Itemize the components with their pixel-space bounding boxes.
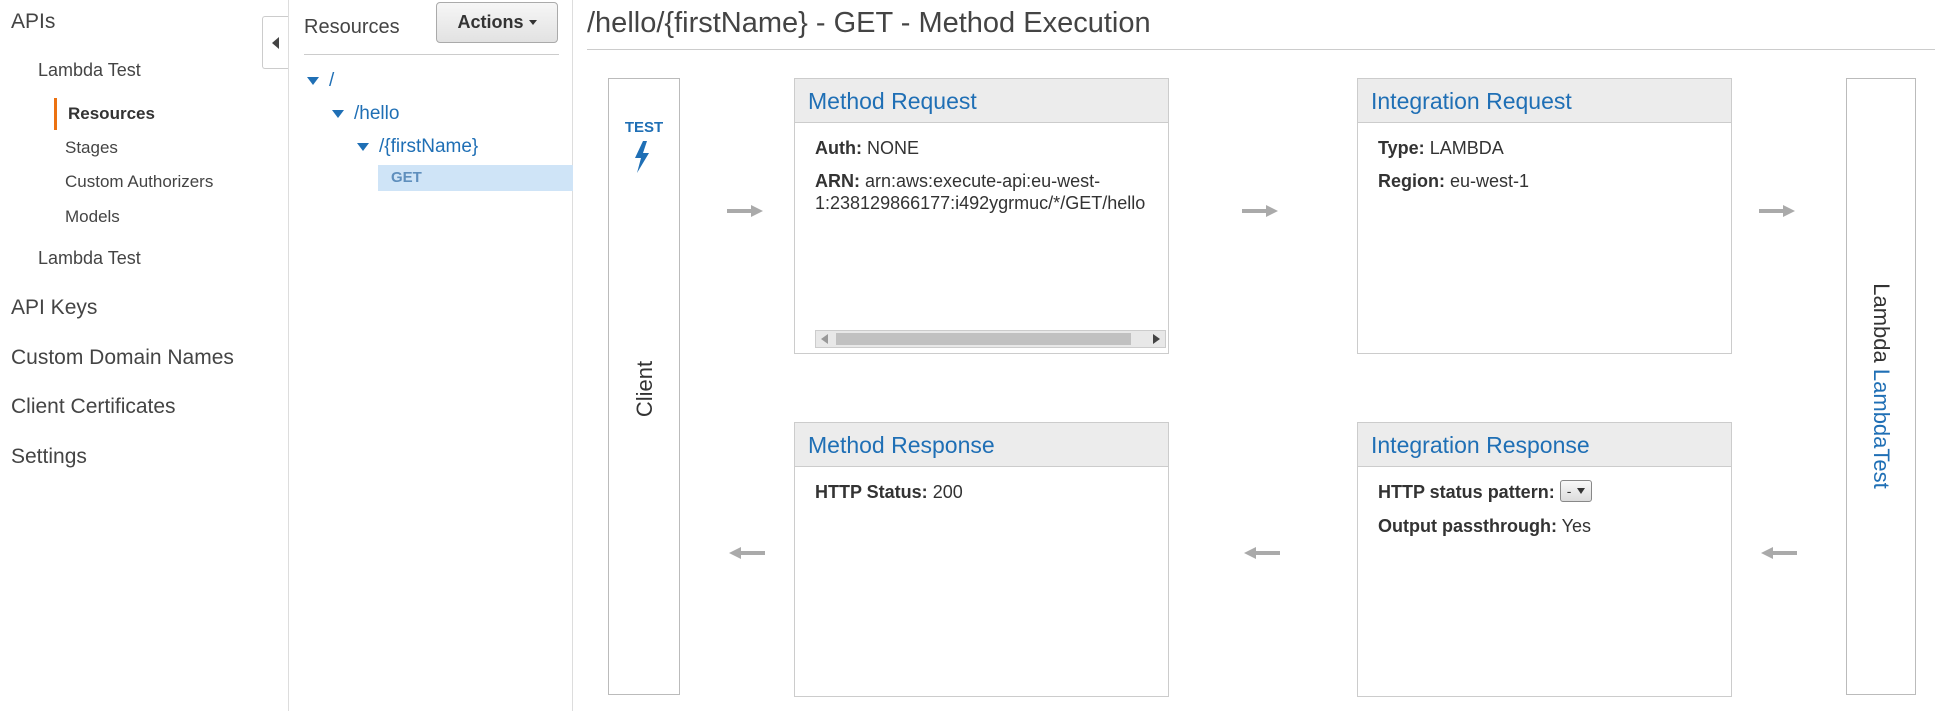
tree-node-label: / [329,70,335,91]
region-label: Region: [1378,171,1445,191]
integration-response-card: Integration Response HTTP status pattern… [1357,422,1732,697]
integration-response-body: HTTP status pattern: - Output passthroug… [1358,467,1731,537]
output-passthrough-value: Yes [1561,516,1592,537]
nav-custom-domain-names[interactable]: Custom Domain Names [11,346,234,370]
lambda-function-link[interactable]: LambdaTest [1869,369,1894,489]
scroll-right-icon[interactable] [1153,334,1160,344]
auth-label: Auth: [815,138,862,158]
auth-value: NONE [867,138,920,158]
collapse-sidebar-button[interactable] [262,16,288,69]
test-link[interactable]: TEST [609,119,679,136]
nav-api-keys[interactable]: API Keys [11,296,97,320]
left-navigation: APIs Lambda Test Resources Stages Custom… [0,0,289,711]
status-pattern-value: - [1566,483,1572,500]
arrow-right-icon [1242,205,1278,217]
arrow-left-icon [729,547,765,559]
http-status-label: HTTP Status: [815,482,928,502]
arrow-left-icon [1244,547,1280,559]
expand-triangle-icon [332,110,344,118]
actions-button[interactable]: Actions [436,2,558,43]
chevron-left-icon [271,36,279,49]
divider [304,54,559,55]
title-divider [587,49,1935,50]
resources-panel: Resources Actions / /hello /{firstName} … [290,0,573,711]
tree-node-hello[interactable]: /hello [332,103,399,125]
arrow-right-icon [1759,205,1795,217]
tree-node-firstname[interactable]: /{firstName} [357,136,478,158]
output-passthrough-label: Output passthrough: [1378,516,1557,537]
method-request-card: Method Request Auth: NONE ARN: arn:aws:e… [794,78,1169,354]
lambda-label: Lambda LambdaTest [1868,283,1894,489]
nav-stages[interactable]: Stages [65,138,118,158]
caret-down-icon [528,20,537,25]
arn-label: ARN: [815,171,860,191]
method-response-title[interactable]: Method Response [795,423,1168,467]
method-response-body: HTTP Status: 200 [795,467,1168,503]
expand-triangle-icon [357,143,369,151]
integration-request-title[interactable]: Integration Request [1358,79,1731,123]
nav-resources[interactable]: Resources [54,98,155,130]
lambda-prefix: Lambda [1869,283,1894,363]
nav-api-lambda-test-2[interactable]: Lambda Test [38,248,141,269]
nav-api-lambda-test[interactable]: Lambda Test [38,60,141,81]
scrollbar-thumb[interactable] [836,333,1131,345]
tree-method-get[interactable]: GET [378,165,573,191]
status-pattern-select[interactable]: - [1559,480,1593,503]
page-title: /hello/{firstName} - GET - Method Execut… [587,7,1151,39]
caret-down-icon [1577,488,1586,495]
lightning-bolt-icon[interactable] [631,141,653,173]
horizontal-scrollbar[interactable] [815,330,1166,348]
nav-apis[interactable]: APIs [11,10,55,34]
integration-request-body: Type: LAMBDA Region: eu-west-1 [1358,123,1731,192]
arn-value-line2: 1:238129866177:i492ygrmuc/*/GET/hello [815,193,1146,213]
method-request-title[interactable]: Method Request [795,79,1168,123]
arrow-left-icon [1761,547,1797,559]
integration-response-title[interactable]: Integration Response [1358,423,1731,467]
scroll-left-icon[interactable] [821,334,828,344]
client-panel[interactable]: TEST Client [608,78,680,695]
client-label: Client [632,360,657,418]
method-request-body: Auth: NONE ARN: arn:aws:execute-api:eu-w… [795,123,1168,214]
lambda-panel: Lambda LambdaTest [1846,78,1916,695]
arn-value-line1: arn:aws:execute-api:eu-west- [865,171,1101,191]
actions-button-label: Actions [457,12,524,32]
type-value: LAMBDA [1429,138,1504,158]
status-pattern-label: HTTP status pattern: [1378,482,1555,502]
integration-request-card: Integration Request Type: LAMBDA Region:… [1357,78,1732,354]
type-label: Type: [1378,138,1425,158]
arrow-right-icon [727,205,763,217]
http-status-value: 200 [932,482,963,502]
method-response-card: Method Response HTTP Status: 200 [794,422,1169,697]
tree-node-label: /hello [354,103,400,124]
nav-client-certificates[interactable]: Client Certificates [11,395,176,419]
tree-node-root[interactable]: / [307,70,334,92]
nav-models[interactable]: Models [65,207,120,227]
tree-node-label: /{firstName} [379,136,479,157]
nav-settings[interactable]: Settings [11,445,87,469]
expand-triangle-icon [307,77,319,85]
region-value: eu-west-1 [1450,171,1530,191]
nav-custom-authorizers[interactable]: Custom Authorizers [65,172,213,192]
resources-panel-title: Resources [304,16,400,38]
